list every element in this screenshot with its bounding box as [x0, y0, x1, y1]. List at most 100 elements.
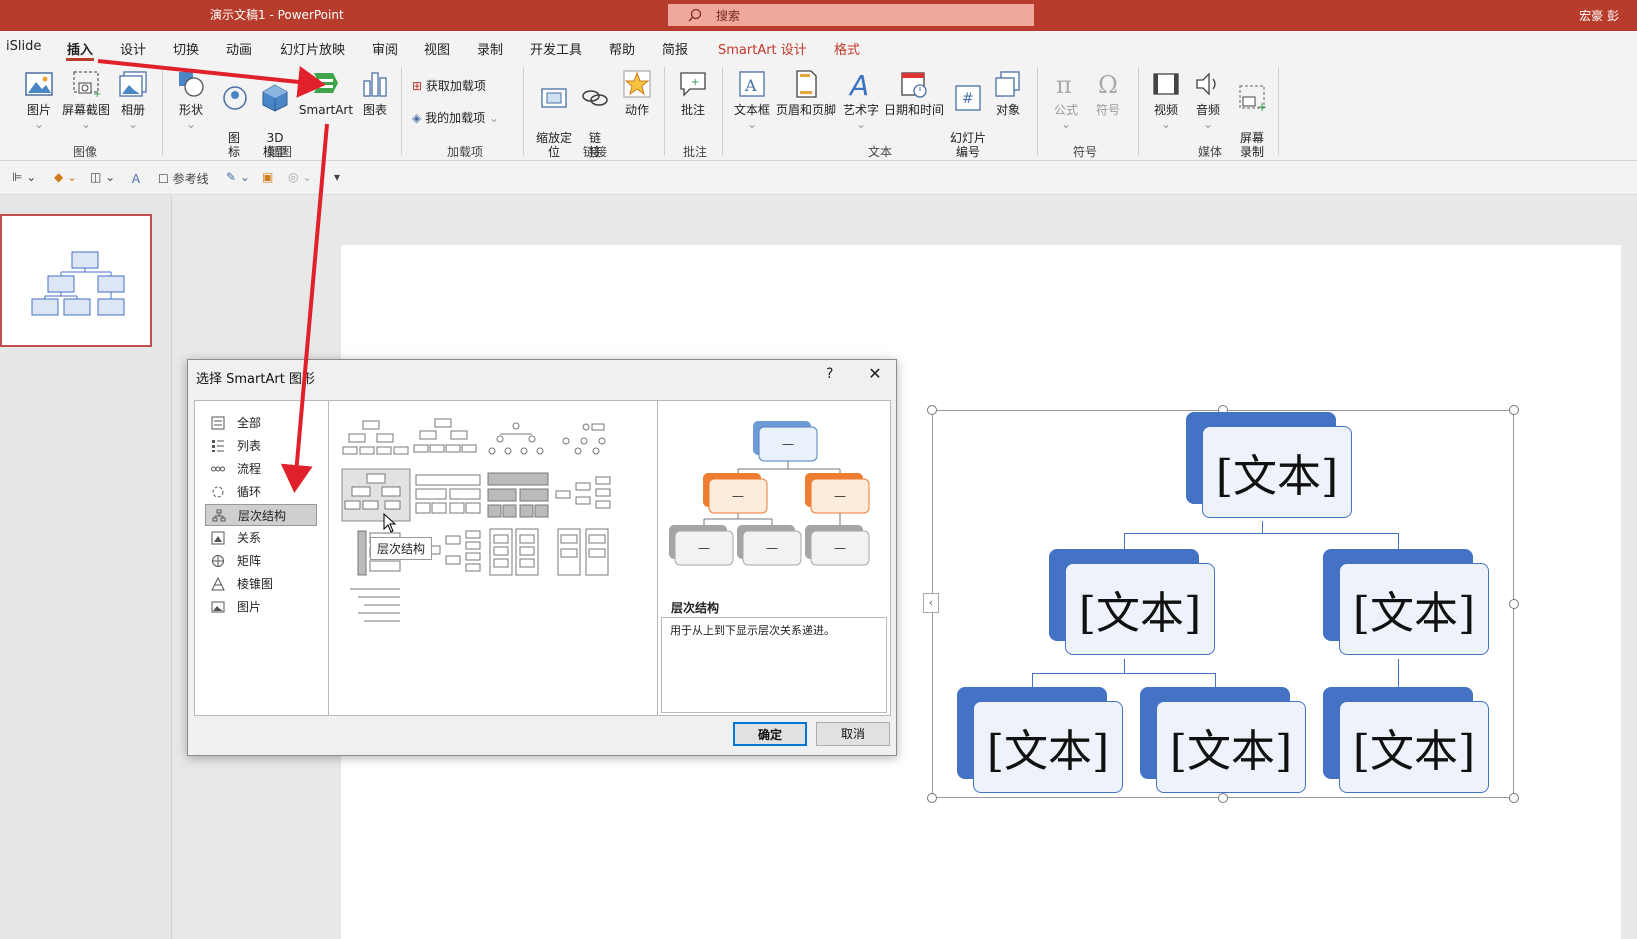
equation-label: 公式: [1053, 103, 1078, 117]
addin-icon: ◈: [412, 111, 422, 125]
audio-button[interactable]: 音频 ⌄: [1190, 69, 1226, 131]
resize-handle[interactable]: [927, 405, 937, 415]
merge-shapes-icon[interactable]: ◎ ⌄: [288, 170, 312, 184]
slide-thumbnail[interactable]: [0, 214, 152, 347]
category-process[interactable]: 流程: [205, 458, 317, 480]
cancel-button[interactable]: 取消: [816, 722, 890, 746]
group-label-media: 媒体: [1197, 145, 1222, 159]
text-pane-toggle[interactable]: ‹: [923, 593, 939, 613]
shape-outline-icon[interactable]: ◫ ⌄: [90, 170, 115, 184]
category-label: 关系: [237, 531, 262, 545]
tab-insert[interactable]: 插入: [67, 39, 93, 58]
user-name[interactable]: 宏豪 彭: [1579, 7, 1619, 24]
get-addins-label: 获取加载项: [425, 79, 486, 93]
search-input[interactable]: 搜索: [668, 4, 1034, 26]
tab-developer[interactable]: 开发工具: [530, 39, 582, 58]
edit-shape-icon[interactable]: ✎ ⌄: [226, 170, 250, 184]
category-label: 列表: [237, 439, 262, 453]
window-title: 演示文稿1 - PowerPoint: [210, 8, 344, 22]
screenshot-button[interactable]: + 屏幕截图 ⌄: [60, 69, 112, 131]
connector-line: [1032, 673, 1216, 674]
resize-handle[interactable]: [1509, 793, 1519, 803]
category-relationship[interactable]: 关系: [205, 527, 317, 549]
object-label: 对象: [995, 103, 1020, 117]
ok-button[interactable]: 确定: [733, 722, 807, 746]
resize-handle[interactable]: [1509, 599, 1519, 609]
node-text[interactable]: [文本]: [1339, 563, 1489, 655]
tab-view[interactable]: 视图: [424, 39, 450, 58]
relationship-icon: [211, 531, 225, 545]
customize-toolbar-icon[interactable]: ▾: [334, 170, 340, 184]
header-footer-icon: [796, 70, 817, 98]
datetime-button[interactable]: 日期和时间: [884, 69, 944, 117]
separator: [523, 67, 524, 155]
link-icon: [582, 90, 608, 106]
tab-help[interactable]: 帮助: [609, 39, 635, 58]
cycle-icon: [212, 486, 224, 498]
tab-smartart-design[interactable]: SmartArt 设计: [718, 39, 807, 58]
slide-number-label: 幻灯片 编号: [949, 131, 986, 159]
category-list-item[interactable]: 列表: [205, 435, 317, 457]
org-chart-layout: [342, 420, 409, 455]
chart-button[interactable]: 图表: [358, 69, 392, 117]
tab-design[interactable]: 设计: [120, 39, 146, 58]
node-text[interactable]: [文本]: [1339, 701, 1489, 793]
category-pyramid[interactable]: 棱锥图: [205, 573, 317, 595]
guides-checkbox[interactable]: ☐ 参考线: [158, 170, 209, 187]
symbol-label: 符号: [1095, 103, 1120, 117]
shapes-button[interactable]: 形状 ⌄: [174, 69, 208, 131]
category-matrix[interactable]: 矩阵: [205, 550, 317, 572]
smartart-button[interactable]: SmartArt: [298, 69, 354, 117]
action-button[interactable]: 动作: [620, 69, 654, 117]
category-label: 棱锥图: [237, 577, 274, 591]
tab-islide[interactable]: iSlide: [6, 39, 41, 54]
resize-handle[interactable]: [1509, 405, 1519, 415]
comment-button[interactable]: + 批注: [676, 69, 710, 117]
node-text[interactable]: [文本]: [1065, 563, 1215, 655]
get-addins-button[interactable]: ⊞ 获取加载项: [412, 77, 486, 94]
category-label: 流程: [237, 462, 262, 476]
shapes-icon: [179, 72, 204, 97]
picture-icon: [25, 72, 53, 96]
fill-color-icon[interactable]: ◆ ⌄: [54, 170, 77, 184]
category-all[interactable]: 全部: [205, 412, 317, 434]
category-label: 矩阵: [237, 554, 262, 568]
tab-brief[interactable]: 简报: [662, 39, 688, 58]
tab-slideshow[interactable]: 幻灯片放映: [280, 39, 345, 58]
close-button[interactable]: ✕: [864, 364, 886, 383]
node-text[interactable]: [文本]: [1202, 426, 1352, 518]
text-box-small-icon[interactable]: Ａ: [130, 170, 142, 187]
help-button[interactable]: ?: [826, 366, 833, 382]
symbol-button[interactable]: Ω 符号: [1090, 69, 1126, 117]
preview-description-box: 用于从上到下显示层次关系递进。: [661, 617, 887, 713]
category-picture[interactable]: 图片: [205, 596, 317, 618]
text-hierarchy-layout: [350, 588, 400, 622]
tab-transitions[interactable]: 切换: [173, 39, 199, 58]
video-button[interactable]: 视频 ⌄: [1148, 69, 1184, 131]
resize-handle[interactable]: [927, 793, 937, 803]
node-text[interactable]: [文本]: [1156, 701, 1306, 793]
pictures-button[interactable]: 图片 ⌄: [22, 69, 56, 131]
category-hierarchy[interactable]: 层次结构: [205, 504, 317, 526]
cube-icon: [262, 84, 288, 112]
header-footer-button[interactable]: 页眉和页脚: [774, 69, 838, 117]
slide-number-button[interactable]: # 幻灯片 编号: [946, 69, 990, 159]
album-button[interactable]: 相册 ⌄: [116, 69, 150, 131]
tab-record[interactable]: 录制: [477, 39, 503, 58]
wordart-button[interactable]: A 艺术字 ⌄: [840, 69, 882, 131]
tab-animations[interactable]: 动画: [226, 39, 252, 58]
tab-review[interactable]: 审阅: [372, 39, 398, 58]
tab-format[interactable]: 格式: [834, 39, 860, 58]
node-text[interactable]: [文本]: [973, 701, 1123, 793]
arrange-icon[interactable]: ▣: [262, 170, 273, 184]
category-cycle[interactable]: 循环: [205, 481, 317, 503]
resize-handle[interactable]: [1218, 793, 1228, 803]
equation-button[interactable]: π 公式 ⌄: [1048, 69, 1084, 131]
align-icon[interactable]: ⊫ ⌄: [12, 170, 36, 184]
chart-label: 图表: [362, 103, 387, 117]
connector-line: [1124, 659, 1125, 673]
textbox-button[interactable]: A 文本框 ⌄: [732, 69, 772, 131]
smartart-icon: [314, 73, 338, 93]
object-button[interactable]: 对象: [990, 69, 1026, 117]
my-addins-button[interactable]: ◈ 我的加载项 ⌄: [412, 109, 499, 126]
